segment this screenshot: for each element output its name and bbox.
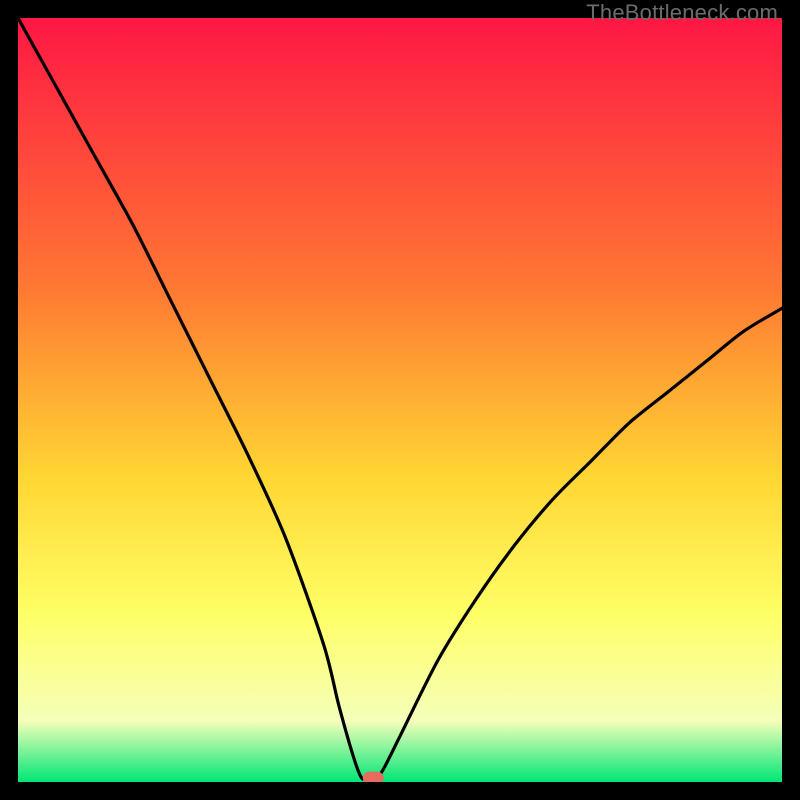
bottleneck-chart [18, 18, 782, 782]
chart-frame [18, 18, 782, 782]
watermark-label: TheBottleneck.com [586, 0, 778, 26]
gradient-background [18, 18, 782, 782]
optimal-point-marker [363, 772, 383, 782]
